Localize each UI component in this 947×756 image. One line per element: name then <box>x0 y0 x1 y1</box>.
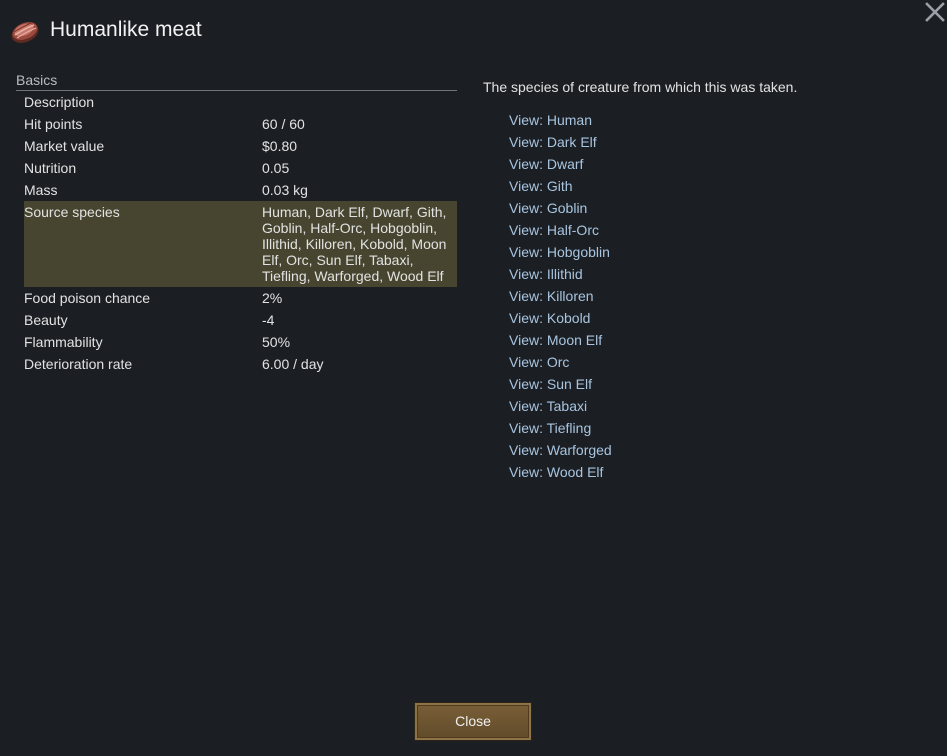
view-link-wood-elf[interactable]: View: Wood Elf <box>509 461 612 483</box>
view-link-dwarf[interactable]: View: Dwarf <box>509 153 612 175</box>
view-link-illithid[interactable]: View: Illithid <box>509 263 612 285</box>
stat-label: Mass <box>24 182 58 198</box>
stat-row-market-value[interactable]: Market value $0.80 <box>24 135 457 157</box>
view-link-killoren[interactable]: View: Killoren <box>509 285 612 307</box>
close-button[interactable]: Close <box>414 702 532 741</box>
view-link-orc[interactable]: View: Orc <box>509 351 612 373</box>
view-link-tiefling[interactable]: View: Tiefling <box>509 417 612 439</box>
stat-value <box>262 94 457 110</box>
stat-row-deterioration-rate[interactable]: Deterioration rate 6.00 / day <box>24 353 457 375</box>
view-link-warforged[interactable]: View: Warforged <box>509 439 612 461</box>
stat-label: Deterioration rate <box>24 356 133 372</box>
stat-label: Nutrition <box>24 160 77 176</box>
basics-section-label: Basics <box>16 72 58 88</box>
view-link-sun-elf[interactable]: View: Sun Elf <box>509 373 612 395</box>
view-link-kobold[interactable]: View: Kobold <box>509 307 612 329</box>
view-link-moon-elf[interactable]: View: Moon Elf <box>509 329 612 351</box>
stat-label: Beauty <box>24 312 68 328</box>
stat-label: Description <box>24 94 95 110</box>
stat-label: Source species <box>24 204 120 220</box>
stat-row-hit-points[interactable]: Hit points 60 / 60 <box>24 113 457 135</box>
stat-row-mass[interactable]: Mass 0.03 kg <box>24 179 457 201</box>
stat-value: -4 <box>262 312 275 328</box>
detail-description: The species of creature from which this … <box>483 79 798 95</box>
meat-icon <box>8 16 42 46</box>
stats-list: Description Hit points 60 / 60 Market va… <box>24 91 457 375</box>
info-dialog: Humanlike meat Basics Description Hit po… <box>0 0 947 756</box>
stat-value: 2% <box>262 290 283 306</box>
stat-value: 0.03 kg <box>262 182 308 198</box>
stat-label: Food poison chance <box>24 290 151 306</box>
view-link-hobgoblin[interactable]: View: Hobgoblin <box>509 241 612 263</box>
stat-row-nutrition[interactable]: Nutrition 0.05 <box>24 157 457 179</box>
stat-row-flammability[interactable]: Flammability 50% <box>24 331 457 353</box>
view-link-gith[interactable]: View: Gith <box>509 175 612 197</box>
stat-row-description[interactable]: Description <box>24 91 457 113</box>
close-x-icon[interactable] <box>923 0 947 24</box>
window-title: Humanlike meat <box>50 18 202 41</box>
stat-value: 6.00 / day <box>262 356 324 372</box>
stat-label: Hit points <box>24 116 83 132</box>
view-link-dark-elf[interactable]: View: Dark Elf <box>509 131 612 153</box>
stat-value: 50% <box>262 334 291 350</box>
stat-value: Human, Dark Elf, Dwarf, Gith, Goblin, Ha… <box>262 204 447 284</box>
view-link-tabaxi[interactable]: View: Tabaxi <box>509 395 612 417</box>
stat-row-beauty[interactable]: Beauty -4 <box>24 309 457 331</box>
stat-row-food-poison-chance[interactable]: Food poison chance 2% <box>24 287 457 309</box>
stat-value: 0.05 <box>262 160 290 176</box>
stat-value: $0.80 <box>262 138 298 154</box>
stat-row-source-species[interactable]: Source species Human, Dark Elf, Dwarf, G… <box>24 201 457 287</box>
stat-label: Flammability <box>24 334 103 350</box>
stat-value: 60 / 60 <box>262 116 305 132</box>
view-link-half-orc[interactable]: View: Half-Orc <box>509 219 612 241</box>
view-link-goblin[interactable]: View: Goblin <box>509 197 612 219</box>
stat-label: Market value <box>24 138 105 154</box>
view-link-human[interactable]: View: Human <box>509 109 612 131</box>
species-link-list: View: Human View: Dark Elf View: Dwarf V… <box>509 109 612 483</box>
